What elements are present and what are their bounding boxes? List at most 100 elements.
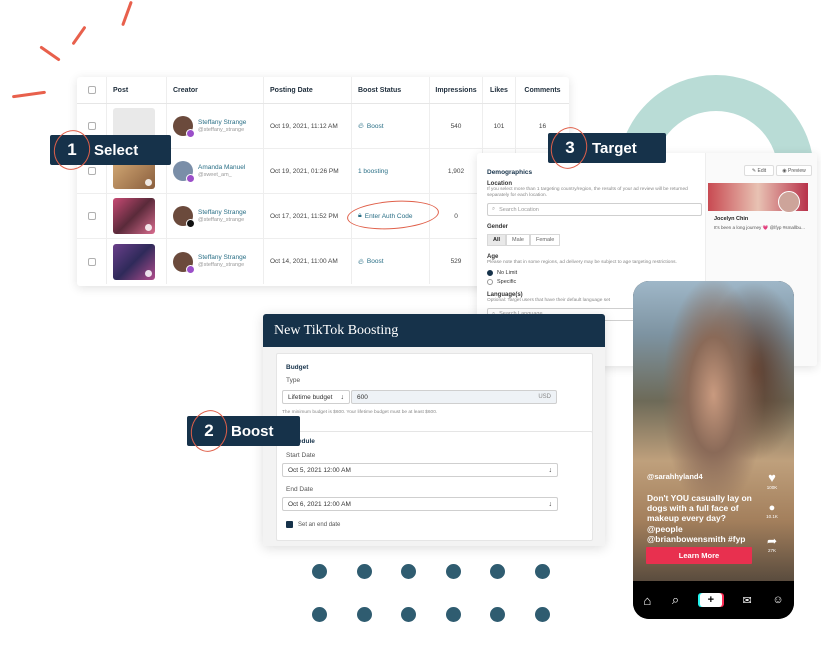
gender-option-male[interactable]: Male xyxy=(506,234,530,247)
sparkle-line xyxy=(39,45,61,62)
share-icon: ➦ xyxy=(766,534,778,548)
budget-title: Budget xyxy=(286,364,309,371)
creator-handle: @steffany_strange xyxy=(198,126,245,133)
highlight-circle xyxy=(186,406,232,456)
preview-bio: It's been a long journey 💗 @lfyp #smallb… xyxy=(714,225,805,230)
decorative-dot xyxy=(535,564,550,579)
budget-type-select[interactable]: Lifetime budget ↓ xyxy=(282,390,350,404)
row-checkbox[interactable] xyxy=(87,167,96,175)
start-date-label: Start Date xyxy=(286,452,316,459)
decorative-dot xyxy=(357,607,372,622)
creator-handle: @sweet_am_ xyxy=(198,171,232,178)
creator-name[interactable]: Steffany Strange xyxy=(198,254,246,262)
table-header: Post Creator Posting Date Boost Status I… xyxy=(77,77,569,104)
impressions-value: 1,902 xyxy=(447,167,465,175)
type-label: Type xyxy=(286,377,301,384)
boosting-status[interactable]: 1 boosting xyxy=(358,168,388,175)
impressions-value: 540 xyxy=(450,122,462,130)
flame-icon: 🔥︎ xyxy=(358,256,364,266)
post-thumbnail[interactable] xyxy=(113,198,155,234)
decorative-dot xyxy=(490,564,505,579)
gender-selector: All Male Female xyxy=(487,234,702,247)
column-header: Post xyxy=(113,86,129,94)
arrow-down-icon: ↓ xyxy=(548,500,553,508)
budget-amount-input[interactable]: 600 USD xyxy=(351,390,557,404)
flame-icon: 🔥︎ xyxy=(358,121,364,130)
sparkle-line xyxy=(71,25,87,46)
column-header: Likes xyxy=(490,86,508,94)
inbox-icon[interactable]: ✉ xyxy=(742,594,751,607)
like-action[interactable]: ♥ 100K xyxy=(761,470,783,490)
row-checkbox[interactable] xyxy=(87,257,96,266)
search-icon[interactable]: ⌕ xyxy=(672,592,679,608)
boosting-form: Budget Type Lifetime budget ↓ 600 USD The … xyxy=(263,347,605,546)
arrow-down-icon: ↓ xyxy=(340,393,345,401)
heart-icon: ♥ xyxy=(768,470,776,485)
column-header: Impressions xyxy=(435,86,477,94)
end-date-checkbox[interactable]: Set an end date xyxy=(286,521,340,528)
comment-icon: ● xyxy=(768,502,776,514)
column-header: Boost Status xyxy=(358,86,402,94)
creator-avatar xyxy=(173,116,195,138)
video-caption: Don't YOU casually lay on dogs with a fu… xyxy=(647,493,752,544)
column-header: Posting Date xyxy=(270,86,313,94)
preview-avatar xyxy=(778,191,800,213)
panel-title: New TikTok Boosting xyxy=(263,314,605,347)
posting-date: Oct 19, 2021, 01:26 PM xyxy=(270,167,339,175)
section-title: Demographics xyxy=(487,169,533,176)
gender-option-all[interactable]: All xyxy=(487,234,507,247)
search-icon: ⌕ xyxy=(492,206,496,213)
bottom-nav: ⌂ ⌕ + ✉ ☺ xyxy=(633,581,794,619)
decorative-dot xyxy=(490,607,505,622)
location-help: If you select more than 1 targeting coun… xyxy=(487,187,688,199)
sparkle-line xyxy=(121,0,133,27)
home-icon[interactable]: ⌂ xyxy=(643,593,651,608)
preview-button[interactable]: ◉ Preview xyxy=(776,165,812,176)
edit-button[interactable]: ✎ Edit xyxy=(744,165,774,176)
column-header: Creator xyxy=(173,86,198,94)
creator-name[interactable]: Steffany Strange xyxy=(198,209,246,217)
post-thumbnail[interactable] xyxy=(113,243,155,280)
decorative-dot xyxy=(312,564,327,579)
gender-label: Gender xyxy=(487,224,509,231)
share-action[interactable]: ➦ 27K xyxy=(761,534,783,553)
decorative-dot xyxy=(357,564,372,579)
preview-name: Jocelyn Chin xyxy=(714,216,749,222)
creator-handle: @steffany_strange xyxy=(198,262,245,269)
select-all-checkbox[interactable] xyxy=(87,86,96,94)
tiktok-phone-preview: ♥ 100K ● 10.1K ➦ 27K @sarahhyland4 Don't… xyxy=(633,281,794,619)
boost-link[interactable]: 🔥︎ Boost xyxy=(358,121,384,131)
boost-link[interactable]: 🔥︎ Boost xyxy=(358,257,384,267)
age-option-no-limit[interactable]: No Limit xyxy=(487,269,702,276)
creator-handle: @steffany_strange xyxy=(198,216,245,223)
learn-more-button[interactable]: Learn More xyxy=(646,547,752,564)
creator-avatar xyxy=(173,206,195,228)
comments-value: 16 xyxy=(538,122,547,130)
sparkle-line xyxy=(11,90,47,99)
row-checkbox[interactable] xyxy=(87,122,96,130)
start-date-input[interactable]: Oct 5, 2021 12:00 AM ↓ xyxy=(282,463,558,477)
comment-action[interactable]: ● 10.1K xyxy=(761,502,783,519)
decorative-dot xyxy=(535,607,550,622)
posting-date: Oct 17, 2021, 11:52 PM xyxy=(270,212,339,220)
posting-date: Oct 19, 2021, 11:12 AM xyxy=(270,122,338,130)
impressions-value: 0 xyxy=(454,212,458,220)
likes-value: 101 xyxy=(493,122,505,130)
decorative-dot xyxy=(312,607,327,622)
location-search-input[interactable]: ⌕ Search Location xyxy=(487,203,702,217)
creator-name[interactable]: Amanda Manuel xyxy=(198,164,245,172)
decorative-dot xyxy=(401,564,416,579)
end-date-input[interactable]: Oct 6, 2021 12:00 AM ↓ xyxy=(282,497,558,511)
decorative-dot xyxy=(446,607,461,622)
creator-name[interactable]: Steffany Strange xyxy=(198,119,246,127)
video-username[interactable]: @sarahhyland4 xyxy=(647,472,703,481)
row-checkbox[interactable] xyxy=(87,212,96,220)
decorative-dot xyxy=(446,564,461,579)
budget-note: The minimum budget is $600. Your lifetim… xyxy=(282,410,438,415)
schedule-section: Schedule Start Date Oct 5, 2021 12:00 AM… xyxy=(276,431,593,541)
posting-date: Oct 14, 2021, 11:00 AM xyxy=(270,258,338,265)
create-icon[interactable]: + xyxy=(699,593,722,607)
profile-icon[interactable]: ☺ xyxy=(772,594,783,606)
creator-avatar xyxy=(173,161,195,183)
gender-option-female[interactable]: Female xyxy=(529,234,561,247)
